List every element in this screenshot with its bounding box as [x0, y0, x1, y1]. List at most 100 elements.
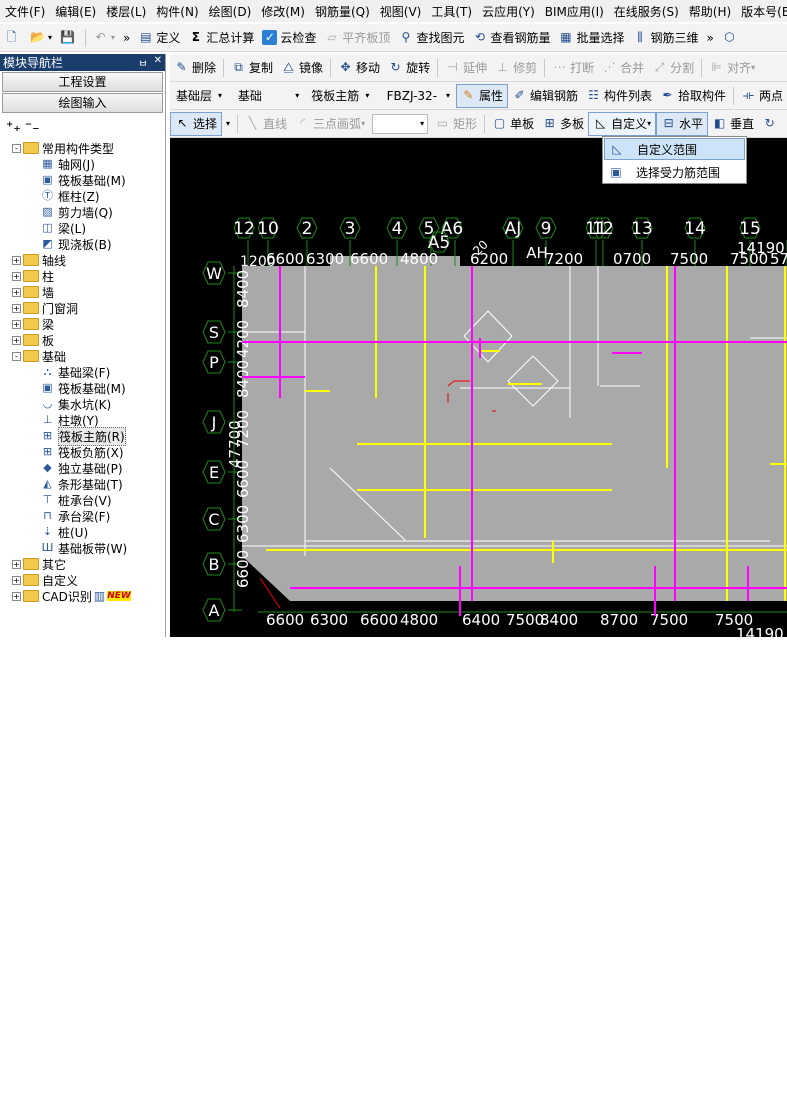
merge-button[interactable]: ⋰ 合并	[598, 56, 648, 80]
two-point-button[interactable]: ⟛ 两点	[737, 84, 787, 108]
open-file-button[interactable]: 📂 ▾	[26, 26, 56, 50]
menu-item-6[interactable]: 钢筋量(Q)	[310, 3, 375, 20]
tree-item[interactable]: ◫ 梁(L)	[40, 220, 86, 236]
line-button[interactable]: ╲ 直线	[241, 112, 291, 136]
tree-folder[interactable]: - 基础	[12, 348, 66, 364]
tree-item[interactable]: ▣ 筏板基础(M)	[40, 172, 125, 188]
component-list-button[interactable]: ☷ 构件列表	[582, 84, 656, 108]
horizontal-button[interactable]: ⊟ 水平	[656, 111, 709, 136]
menu-item-2[interactable]: 楼层(L)	[101, 3, 151, 20]
3d-view-button[interactable]: ⬡	[718, 26, 744, 50]
tree-item[interactable]: ◭ 条形基础(T)	[40, 476, 122, 492]
expand-icon[interactable]: +	[12, 255, 21, 265]
tree-folder[interactable]: + CAD识别 ▥ NEW	[12, 588, 131, 604]
tree-item[interactable]: ◆ 独立基础(P)	[40, 460, 122, 476]
toolbar-overflow-button[interactable]: »	[119, 26, 134, 50]
new-file-button[interactable]: 🗋	[0, 26, 26, 50]
tree-folder[interactable]: + 自定义	[12, 572, 78, 588]
pin-icon[interactable]: ㅂ	[138, 55, 147, 70]
menu-item-11[interactable]: 在线服务(S)	[609, 3, 684, 20]
undo-button[interactable]: ↶ ▾	[89, 26, 119, 50]
collapse-all-icon[interactable]: ⁻₋	[25, 119, 40, 135]
custom-range-menu-item[interactable]: ◺ 自定义范围	[604, 138, 745, 160]
properties-button[interactable]: ✎ 属性	[455, 83, 508, 108]
menu-item-8[interactable]: 工具(T)	[426, 3, 477, 20]
expand-icon[interactable]: +	[12, 319, 21, 329]
tree-folder[interactable]: + 轴线	[12, 252, 66, 268]
tree-item[interactable]: ▨ 剪力墙(Q)	[40, 204, 113, 220]
expand-all-icon[interactable]: ⁺₊	[6, 119, 21, 135]
tree-item[interactable]: ◡ 集水坑(K)	[40, 396, 112, 412]
tree-folder[interactable]: + 柱	[12, 268, 54, 284]
tree-folder[interactable]: + 墙	[12, 284, 54, 300]
tree-folder[interactable]: + 门窗洞	[12, 300, 78, 316]
tree-item[interactable]: ▣ 筏板基础(M)	[40, 380, 125, 396]
more-tools-button[interactable]: ↻	[758, 112, 784, 136]
menu-item-9[interactable]: 云应用(Y)	[477, 3, 540, 20]
define-button[interactable]: ▤ 定义	[134, 26, 184, 50]
project-settings-button[interactable]: 工程设置	[2, 72, 163, 92]
multi-slab-button[interactable]: ⊞ 多板	[538, 112, 588, 136]
tree-item[interactable]: ⊞ 筏板负筋(X)	[40, 444, 124, 460]
tree-item[interactable]: ◩ 现浇板(B)	[40, 236, 111, 252]
snap-select[interactable]: ▾	[372, 113, 429, 134]
menu-item-0[interactable]: 文件(F)	[0, 3, 50, 20]
menu-item-5[interactable]: 修改(M)	[256, 3, 310, 20]
draw-input-button[interactable]: 绘图输入	[2, 93, 163, 113]
menu-item-10[interactable]: BIM应用(I)	[540, 3, 609, 20]
tree-item[interactable]: ⊤ 桩承台(V)	[40, 492, 112, 508]
rebar-3d-button[interactable]: ⫼ 钢筋三维	[628, 26, 702, 50]
expand-icon[interactable]: +	[12, 591, 21, 601]
extend-button[interactable]: ⊣ 延伸	[441, 56, 491, 80]
tree-item[interactable]: ⊞ 筏板主筋(R)	[40, 426, 126, 446]
type-select[interactable]: 筏板主筋 ▾	[308, 86, 377, 106]
view-rebar-button[interactable]: ⟲ 查看钢筋量	[468, 26, 554, 50]
expand-icon[interactable]: +	[12, 271, 21, 281]
rotate-button[interactable]: ↻ 旋转	[384, 56, 434, 80]
vertical-button[interactable]: ◧ 垂直	[708, 112, 758, 136]
trim-button[interactable]: ⊥ 修剪	[491, 56, 541, 80]
menu-item-13[interactable]: 版本号(B)	[736, 3, 787, 20]
expand-icon[interactable]: +	[12, 303, 21, 313]
tree-item[interactable]: Ⓣ 框柱(Z)	[40, 188, 100, 204]
delete-button[interactable]: ✎ 删除	[170, 56, 220, 80]
tree-folder[interactable]: - 常用构件类型	[12, 140, 114, 156]
copy-button[interactable]: ⧉ 复制	[227, 56, 277, 80]
align-button[interactable]: ⊫ 对齐 ▾	[705, 56, 759, 80]
expand-icon[interactable]: +	[12, 335, 21, 345]
custom-range-button[interactable]: ◺ 自定义 ▾	[588, 111, 657, 136]
menu-item-3[interactable]: 构件(N)	[151, 3, 203, 20]
menu-item-7[interactable]: 视图(V)	[375, 3, 427, 20]
tree-folder[interactable]: + 其它	[12, 556, 66, 572]
move-button[interactable]: ✥ 移动	[334, 56, 384, 80]
menu-item-4[interactable]: 绘图(D)	[204, 3, 257, 20]
tree-item[interactable]: Ш 基础板带(W)	[40, 540, 128, 556]
single-slab-button[interactable]: ▢ 单板	[488, 112, 538, 136]
break-button[interactable]: ⋯ 打断	[548, 56, 598, 80]
batch-select-button[interactable]: ▦ 批量选择	[554, 26, 628, 50]
expand-icon[interactable]: +	[12, 559, 21, 569]
arc-button[interactable]: ◜ 三点画弧 ▾	[291, 112, 369, 136]
pick-component-button[interactable]: ✒ 拾取构件	[656, 84, 730, 108]
menu-item-12[interactable]: 帮助(H)	[684, 3, 736, 20]
tree-folder[interactable]: + 梁	[12, 316, 54, 332]
rect-button[interactable]: ▭ 矩形	[431, 112, 481, 136]
floor-select[interactable]: 基础层 ▾	[173, 86, 229, 106]
cloud-check-button[interactable]: ✓ 云检查	[258, 26, 320, 50]
edit-rebar-button[interactable]: ✐ 编辑钢筋	[508, 84, 582, 108]
drawing-canvas[interactable]: 12 10 2 3 4 5 A6 A5 AJ 9 11 12 13 14 15 AH 20 W S P J E C B A 660…	[170, 138, 787, 637]
mirror-button[interactable]: ⧋ 镜像	[277, 56, 327, 80]
toolbar-overflow-button-2[interactable]: »	[703, 26, 718, 50]
close-icon[interactable]: ✕	[154, 55, 162, 70]
tree-item[interactable]: ⇣ 桩(U)	[40, 524, 88, 540]
tree-item[interactable]: ⛬ 基础梁(F)	[40, 364, 111, 380]
find-element-button[interactable]: ⚲ 查找图元	[394, 26, 468, 50]
tree-folder[interactable]: + 板	[12, 332, 54, 348]
flush-slab-button[interactable]: ▱ 平齐板顶	[320, 26, 394, 50]
category-select[interactable]: 基础 ▾	[235, 86, 302, 106]
select-dropdown-button[interactable]: ▾	[222, 112, 234, 136]
select-button[interactable]: ↖ 选择	[170, 111, 223, 136]
select-rebar-range-menu-item[interactable]: ▣ 选择受力筋范围	[604, 161, 745, 183]
tree-item[interactable]: ⊓ 承台梁(F)	[40, 508, 110, 524]
split-button[interactable]: ⤢ 分割	[648, 56, 698, 80]
